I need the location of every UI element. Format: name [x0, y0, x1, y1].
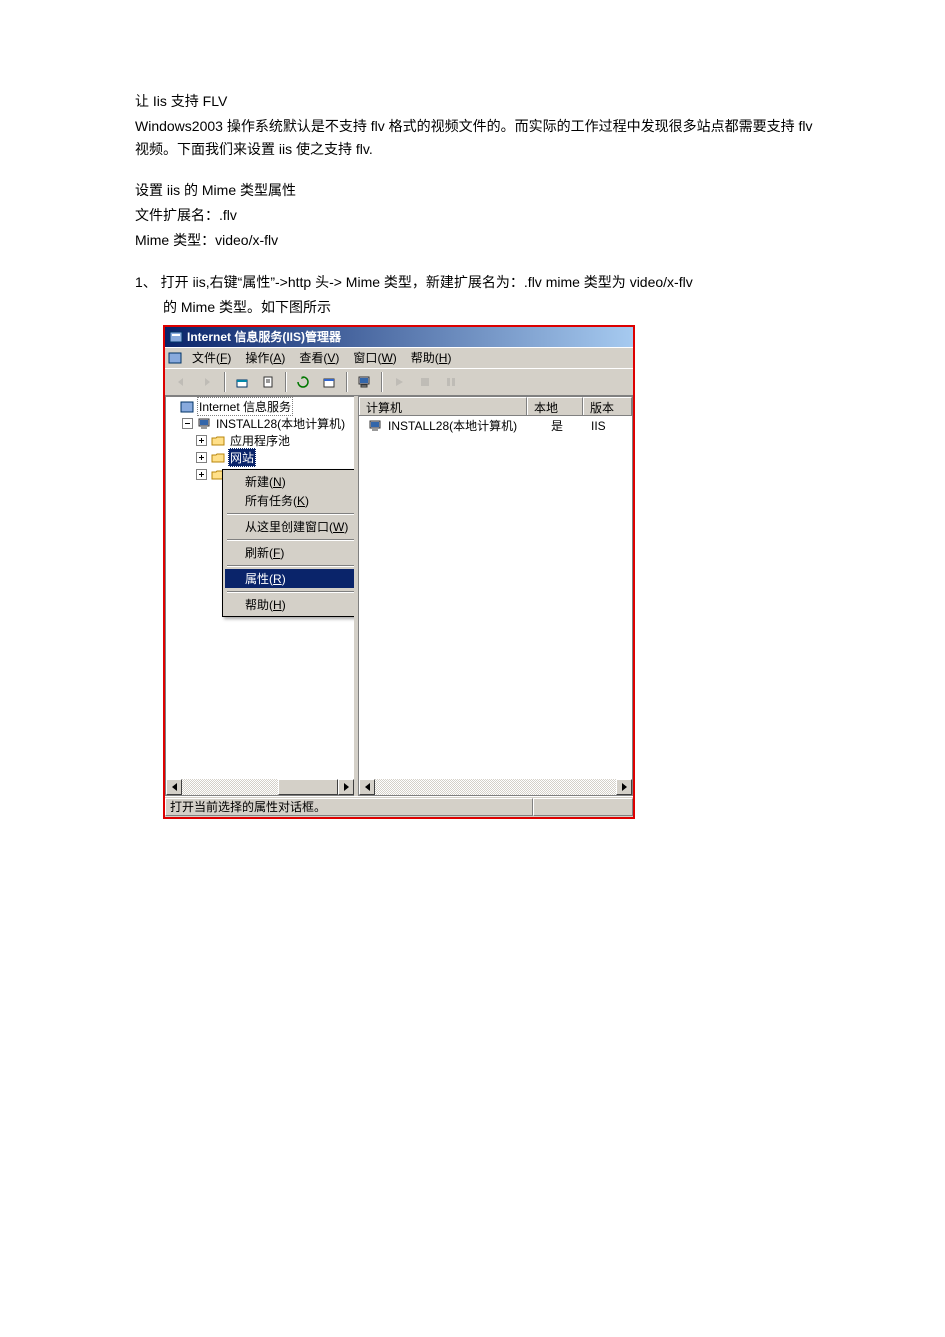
tree-websites-label: 网站: [228, 448, 256, 467]
col-computer[interactable]: 计算机: [359, 397, 527, 415]
scroll-right-button[interactable]: [616, 779, 632, 795]
cell-local: 是: [529, 417, 585, 434]
cell-version: IIS: [585, 419, 630, 433]
mime-line: Mime 类型：video/x-flv: [135, 229, 825, 252]
tree-root-label: Internet 信息服务: [197, 397, 293, 416]
status-text: 打开当前选择的属性对话框。: [165, 798, 533, 816]
tree-scrollbar[interactable]: [166, 779, 354, 795]
ctx-new-window[interactable]: 从这里创建窗口(W): [225, 517, 354, 536]
expand-icon[interactable]: [196, 452, 207, 463]
up-button[interactable]: [230, 370, 254, 394]
toolbar: [165, 368, 633, 396]
menu-system-icon[interactable]: [167, 350, 183, 366]
ctx-separator: [227, 513, 354, 514]
doc-intro: Windows2003 操作系统默认是不支持 flv 格式的视频文件的。而实际的…: [135, 115, 825, 161]
ext-line: 文件扩展名：.flv: [135, 204, 825, 227]
menu-help[interactable]: 帮助(H): [404, 347, 459, 368]
pause-button[interactable]: [439, 370, 463, 394]
scroll-left-button[interactable]: [166, 779, 182, 795]
tree-computer[interactable]: INSTALL28(本地计算机): [168, 416, 354, 432]
tree-pane[interactable]: Internet 信息服务 INSTALL28(本地计算机) 应用程序池: [165, 396, 354, 796]
collapse-icon[interactable]: [182, 418, 193, 429]
step-1-line-b: 的 Mime 类型。如下图所示: [135, 296, 825, 319]
scroll-left-button[interactable]: [359, 779, 375, 795]
computer-icon: [196, 416, 212, 432]
tree-app-pool-label: 应用程序池: [228, 432, 292, 449]
statusbar: 打开当前选择的属性对话框。: [165, 796, 633, 817]
ctx-separator: [227, 591, 354, 592]
folder-icon: [210, 433, 226, 449]
col-version[interactable]: 版本: [583, 397, 632, 415]
iis-root-icon: [179, 399, 195, 415]
tree-app-pool[interactable]: 应用程序池: [168, 433, 354, 449]
list-pane[interactable]: 计算机 本地 版本 INSTALL28(本地计算机) 是 IIS: [358, 396, 633, 796]
iis-window: Internet 信息服务(IIS)管理器 文件(F) 操作(A) 查看(V) …: [163, 325, 635, 819]
scroll-thumb[interactable]: [278, 779, 338, 795]
list-scrollbar[interactable]: [359, 779, 632, 795]
expand-icon[interactable]: [196, 435, 207, 446]
mime-heading: 设置 iis 的 Mime 类型属性: [135, 179, 825, 202]
status-blank: [533, 798, 633, 816]
doc-title: 让 Iis 支持 FLV: [135, 90, 825, 113]
tree-websites[interactable]: 网站: [168, 450, 354, 466]
menu-file[interactable]: 文件(F): [185, 347, 238, 368]
play-button[interactable]: [387, 370, 411, 394]
ctx-all-tasks[interactable]: 所有任务(K): [225, 491, 354, 510]
ctx-help[interactable]: 帮助(H): [225, 595, 354, 614]
client-area: Internet 信息服务 INSTALL28(本地计算机) 应用程序池: [165, 396, 633, 796]
export-button[interactable]: [317, 370, 341, 394]
step-1-line-a: 1、 打开 iis,右键“属性”->http 头-> Mime 类型，新建扩展名…: [135, 271, 825, 294]
list-header: 计算机 本地 版本: [359, 397, 632, 416]
properties-button[interactable]: [256, 370, 280, 394]
menu-window[interactable]: 窗口(W): [346, 347, 403, 368]
cell-computer: INSTALL28(本地计算机): [388, 417, 517, 434]
forward-button[interactable]: [195, 370, 219, 394]
computer-icon: [367, 418, 383, 434]
titlebar: Internet 信息服务(IIS)管理器: [165, 327, 633, 347]
window-title: Internet 信息服务(IIS)管理器: [187, 328, 341, 345]
ctx-separator: [227, 565, 354, 566]
stop-button[interactable]: [413, 370, 437, 394]
menu-view[interactable]: 查看(V): [292, 347, 346, 368]
tree-computer-label: INSTALL28(本地计算机): [214, 415, 347, 432]
menubar: 文件(F) 操作(A) 查看(V) 窗口(W) 帮助(H): [165, 347, 633, 368]
iis-app-icon: [169, 330, 183, 344]
computer-button[interactable]: [352, 370, 376, 394]
back-button[interactable]: [169, 370, 193, 394]
ctx-refresh[interactable]: 刷新(F): [225, 543, 354, 562]
scroll-right-button[interactable]: [338, 779, 354, 795]
context-menu: 新建(N) 所有任务(K) 从这里创建窗口(W) 刷新(F): [222, 469, 354, 617]
expand-icon[interactable]: [196, 469, 207, 480]
ctx-separator: [227, 539, 354, 540]
tree-root[interactable]: Internet 信息服务: [168, 399, 354, 415]
folder-icon: [210, 450, 226, 466]
ctx-properties[interactable]: 属性(R): [225, 569, 354, 588]
menu-action[interactable]: 操作(A): [238, 347, 292, 368]
list-row[interactable]: INSTALL28(本地计算机) 是 IIS: [361, 418, 630, 434]
col-local[interactable]: 本地: [527, 397, 583, 415]
refresh-button[interactable]: [291, 370, 315, 394]
ctx-new[interactable]: 新建(N): [225, 472, 354, 491]
